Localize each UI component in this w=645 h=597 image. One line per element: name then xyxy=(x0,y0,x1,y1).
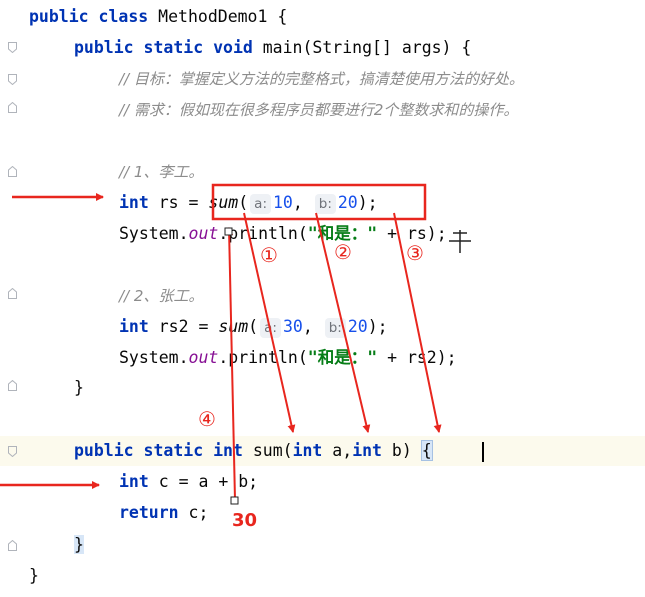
step-marker-3: ③ xyxy=(406,241,424,265)
annotation-overlay xyxy=(0,183,471,505)
step-marker-4: ④ xyxy=(198,407,216,431)
cursor-icon xyxy=(449,230,471,253)
return-arrow xyxy=(225,227,236,501)
step-marker-2: ② xyxy=(334,240,352,264)
return-marker xyxy=(224,227,233,236)
return-marker xyxy=(230,496,239,505)
step-marker-1: ① xyxy=(260,243,278,267)
result-label: 30 xyxy=(232,510,258,531)
